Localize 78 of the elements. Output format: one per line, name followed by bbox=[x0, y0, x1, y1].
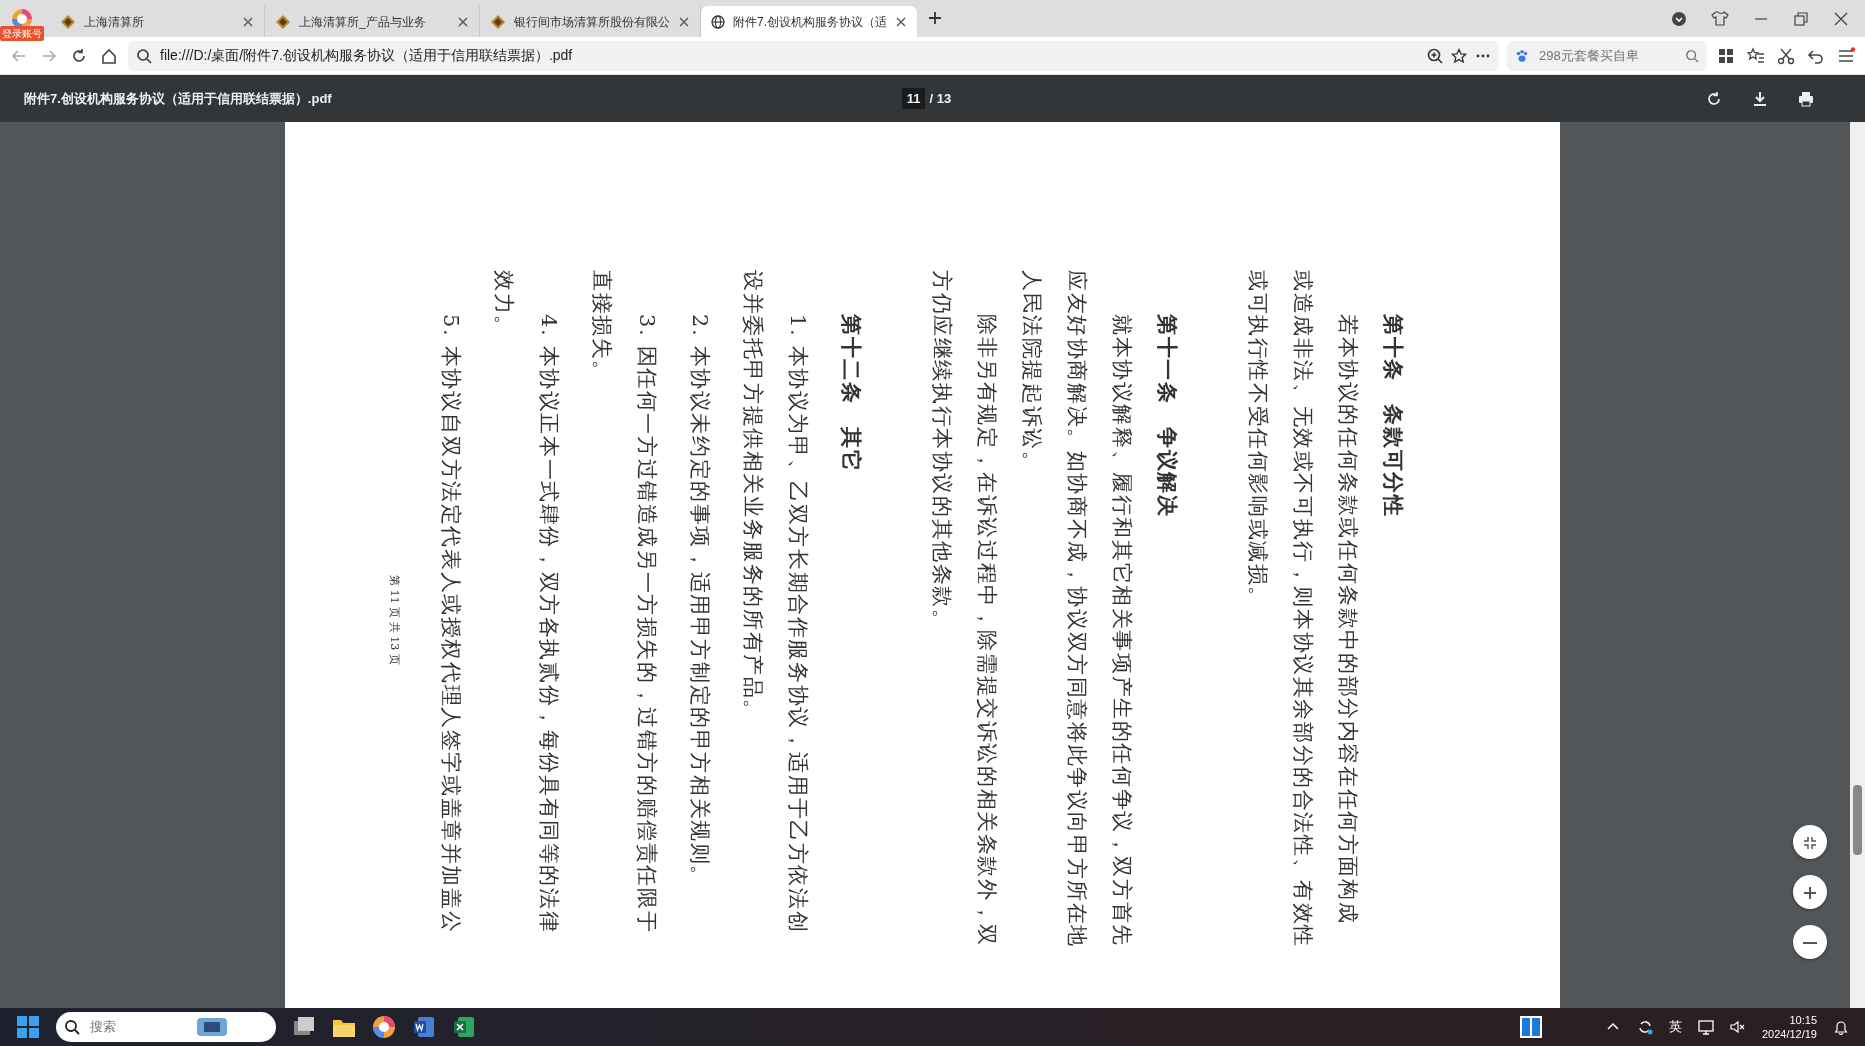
globe-icon bbox=[711, 14, 725, 29]
word-app-icon[interactable] bbox=[412, 1015, 436, 1039]
document-text-line: 5. 本协议自双方法定代表人或授权代理人签字或盖章并加盖公 bbox=[437, 313, 464, 936]
zoom-in-icon[interactable] bbox=[1427, 47, 1443, 64]
close-icon[interactable] bbox=[242, 15, 254, 28]
plus-icon bbox=[1802, 884, 1818, 901]
widget-picture-icon bbox=[196, 1017, 228, 1037]
document-title: 附件7.创设机构服务协议（适用于信用联结票据）.pdf bbox=[24, 89, 332, 108]
document-text-line: 1. 本协议为甲、乙双方长期合作服务协议，适用于乙方依法创 bbox=[784, 313, 811, 936]
document-text-line: 除非另有规定，在诉讼过程中，除需提交诉讼的相关条款外，双 bbox=[973, 313, 1000, 949]
reload-icon bbox=[70, 46, 88, 65]
section-heading: 第十二条 其它 bbox=[837, 313, 864, 475]
clock-time[interactable]: 10:15 bbox=[1789, 1013, 1817, 1027]
apps-icon bbox=[1717, 46, 1735, 65]
document-text-line: 直接损失。 bbox=[588, 270, 615, 385]
page-number-field[interactable]: 11 bbox=[901, 87, 926, 110]
scissors-icon bbox=[1777, 46, 1795, 65]
search-icon bbox=[64, 1019, 80, 1035]
browser-tab[interactable]: 附件7.创设机构服务协议（适 bbox=[701, 6, 917, 37]
search-box[interactable]: 298元套餐买自卑 bbox=[1507, 40, 1707, 71]
bell-icon[interactable] bbox=[1833, 1019, 1849, 1035]
document-text-line: 人民法院提起诉讼。 bbox=[1018, 270, 1045, 476]
close-icon[interactable] bbox=[457, 15, 469, 28]
clock-date[interactable]: 2024/12/19 bbox=[1761, 1027, 1817, 1041]
document-text-line: 2. 本协议未约定的事项，适用甲方制定的甲方相关规则。 bbox=[686, 313, 713, 890]
favorites-icon bbox=[1747, 46, 1765, 65]
zoom-out-button[interactable] bbox=[1793, 925, 1827, 959]
shirt-icon[interactable] bbox=[1711, 9, 1729, 28]
document-text-line: 4. 本协议正本一式肆份，双方各执贰份，每份具有同等的法律 bbox=[535, 313, 562, 936]
document-text-line: 若本协议的任何条款或任何条款中的部分内容在任何方面构成 bbox=[1334, 313, 1361, 927]
diamond-logo-icon bbox=[60, 13, 76, 30]
windows-logo-icon[interactable] bbox=[16, 1015, 40, 1039]
page-total: / 13 bbox=[929, 89, 952, 108]
excel-app-icon[interactable] bbox=[452, 1015, 476, 1039]
search-icon[interactable] bbox=[1685, 47, 1699, 64]
minus-icon bbox=[1803, 941, 1817, 944]
sync-icon[interactable] bbox=[1636, 1019, 1653, 1035]
document-text-line: 或造成非法、无效或不可执行，则本协议其余部分的合法性、有效性 bbox=[1289, 270, 1316, 950]
address-bar[interactable]: file:///D:/桌面/附件7.创设机构服务协议（适用于信用联结票据）.pdf bbox=[128, 40, 1499, 71]
star-icon[interactable] bbox=[1451, 47, 1467, 64]
document-text-line: 应友好协商解决。如协商不成，协议双方同意将此争议向甲方所在地 bbox=[1063, 270, 1090, 950]
search-field[interactable]: 298元套餐买自卑 bbox=[1537, 44, 1677, 67]
paw-icon bbox=[1515, 47, 1529, 64]
search-icon bbox=[136, 47, 152, 64]
zoom-in-button[interactable] bbox=[1793, 875, 1827, 909]
collapse-icon bbox=[1802, 834, 1818, 851]
diamond-logo-icon bbox=[490, 13, 506, 30]
document-text-line: 效力。 bbox=[490, 270, 517, 340]
home-icon bbox=[100, 46, 118, 65]
document-text-line: 设并委托甲方提供相关业务服务的所有产品。 bbox=[739, 270, 766, 724]
panel-app-icon[interactable] bbox=[1518, 1015, 1543, 1039]
account-label[interactable]: 登录账号 bbox=[0, 26, 44, 41]
taskbar-search-field[interactable]: 搜索 bbox=[88, 1016, 188, 1038]
print-icon bbox=[1797, 89, 1815, 108]
page-footer: 第 11 页 共 13 页 bbox=[385, 270, 402, 970]
document-text-line: 或可执行性不受任何影响或减损。 bbox=[1244, 270, 1271, 611]
fit-page-button[interactable] bbox=[1793, 825, 1827, 859]
browser-logo-icon[interactable] bbox=[372, 1015, 396, 1039]
document-text-line: 方仍应继续执行本协议的其他条款。 bbox=[928, 270, 955, 634]
scrollbar[interactable] bbox=[1850, 122, 1865, 1008]
plus-icon bbox=[927, 10, 943, 26]
network-icon[interactable] bbox=[1697, 1019, 1714, 1035]
speaker-muted-icon[interactable] bbox=[1729, 1019, 1746, 1035]
section-heading: 第十条 条款可分性 bbox=[1379, 313, 1406, 520]
download-circle-icon[interactable] bbox=[1671, 10, 1687, 27]
restore-icon[interactable] bbox=[1793, 10, 1809, 27]
download-icon bbox=[1751, 89, 1769, 108]
diamond-logo-icon bbox=[275, 13, 291, 30]
close-icon[interactable] bbox=[678, 15, 690, 28]
input-method-indicator[interactable]: 英 bbox=[1668, 1017, 1682, 1037]
close-icon[interactable] bbox=[895, 15, 907, 28]
close-icon[interactable] bbox=[1833, 10, 1849, 27]
rotate-icon bbox=[1705, 89, 1723, 108]
menu-icon bbox=[1837, 46, 1855, 65]
taskbar-search-box[interactable]: 搜索 bbox=[56, 1012, 276, 1042]
section-heading: 第十一条 争议解决 bbox=[1153, 313, 1180, 520]
document-text-line: 就本协议解释、履行和其它相关事项产生的任何争议，双方首先 bbox=[1108, 313, 1135, 949]
document-text-line: 3. 因任何一方过错造成另一方损失的，过错方的赔偿责任限于 bbox=[633, 313, 660, 936]
